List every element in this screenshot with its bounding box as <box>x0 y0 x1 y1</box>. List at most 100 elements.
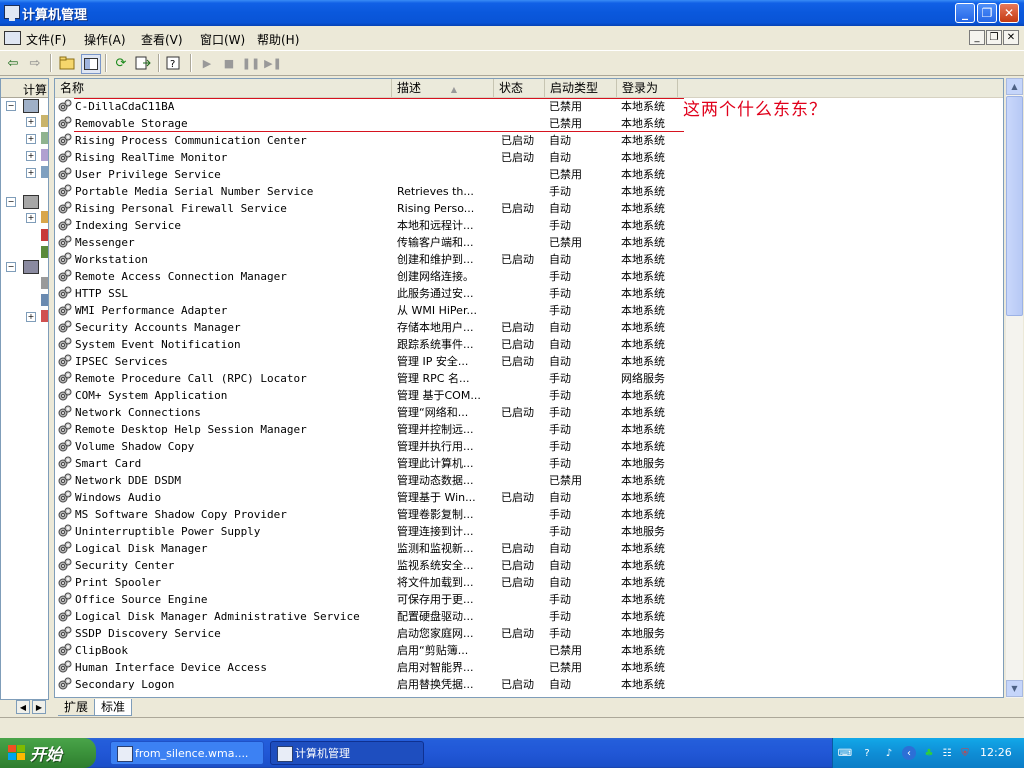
computer-icon[interactable] <box>23 99 39 113</box>
console-tree[interactable]: 计算 − + + + + − + − + <box>0 78 49 700</box>
table-row[interactable]: Workstation 创建和维护到... 已启动 自动 本地系统 <box>55 251 1003 268</box>
column-header-status[interactable]: 状态 <box>494 79 545 97</box>
column-header-startup-type[interactable]: 启动类型 <box>545 79 617 97</box>
table-row[interactable]: C-DillaCdaC11BA 已禁用 本地系统 <box>55 98 1003 115</box>
clock[interactable]: 12:26 <box>980 746 1012 759</box>
scroll-thumb[interactable] <box>1006 96 1023 316</box>
menu-help[interactable]: 帮助(H) <box>257 31 299 48</box>
tab-extended[interactable]: 扩展 <box>58 699 95 716</box>
tree-expand-toggle[interactable]: + <box>26 117 36 127</box>
show-hide-tree-icon[interactable] <box>81 54 101 74</box>
tree-expand-toggle[interactable]: + <box>26 213 36 223</box>
tab-scroll-right-button[interactable]: ▶ <box>32 700 46 714</box>
table-row[interactable]: SSDP Discovery Service 启动您家庭网... 已启动 手动 本地服务 <box>55 625 1003 642</box>
table-row[interactable]: Remote Access Connection Manager 创建网络连接。 手… <box>55 268 1003 285</box>
table-row[interactable]: Rising Personal Firewall Service Rising P… <box>55 200 1003 217</box>
table-row[interactable]: Remote Procedure Call (RPC) Locator 管理 RP… <box>55 370 1003 387</box>
table-row[interactable]: Security Accounts Manager 存储本地用户... 已启动 自动 本… <box>55 319 1003 336</box>
disk-defragmenter-icon[interactable] <box>41 229 48 241</box>
tree-expand-toggle[interactable]: + <box>26 151 36 161</box>
table-row[interactable]: Print Spooler 将文件加载到... 已启动 自动 本地系统 <box>55 574 1003 591</box>
mdi-close-button[interactable]: ✕ <box>1003 30 1019 45</box>
table-row[interactable]: MS Software Shadow Copy Provider 管理卷影复制..… <box>55 506 1003 523</box>
event-viewer-icon[interactable] <box>41 132 48 144</box>
help-icon[interactable]: ? <box>165 54 183 72</box>
column-header-logon-as[interactable]: 登录为 <box>617 79 678 97</box>
close-button[interactable]: ✕ <box>999 3 1019 23</box>
volume-icon[interactable]: ♪ <box>882 746 896 760</box>
services-list[interactable]: 名称 描述 ▲ 状态 启动类型 登录为 C-DillaCdaC11BA 已禁用 本地… <box>54 78 1004 698</box>
table-row[interactable]: Network Connections 管理“网络和... 已启动 手动 本地系统 <box>55 404 1003 421</box>
wmi-control-icon[interactable] <box>41 294 48 306</box>
table-row[interactable]: Removable Storage 已禁用 本地系统 <box>55 115 1003 132</box>
network-icon[interactable]: ♣ <box>922 746 936 760</box>
tab-scroll-left-button[interactable]: ◀ <box>16 700 30 714</box>
forward-arrow-icon[interactable]: ⇨ <box>26 54 44 72</box>
table-row[interactable]: Messenger 传输客户端和... 已禁用 本地系统 <box>55 234 1003 251</box>
shared-folders-icon[interactable] <box>41 149 48 161</box>
services-applications-icon[interactable] <box>23 260 39 274</box>
disk-management-icon[interactable] <box>41 246 48 258</box>
tree-expand-toggle[interactable]: + <box>26 168 36 178</box>
taskbar-button-media[interactable]: from_silence.wma.... <box>110 741 264 765</box>
menu-file[interactable]: 文件(F) <box>26 31 66 48</box>
table-row[interactable]: ClipBook 启用“剪贴簿... 已禁用 本地系统 <box>55 642 1003 659</box>
table-row[interactable]: Logical Disk Manager 监测和监视新... 已启动 自动 本地系统 <box>55 540 1003 557</box>
mdi-minimize-button[interactable]: _ <box>969 30 985 45</box>
table-row[interactable]: Remote Desktop Help Session Manager 管理并控制… <box>55 421 1003 438</box>
title-bar[interactable] <box>0 0 1024 26</box>
column-header-name[interactable]: 名称 <box>55 79 392 97</box>
up-folder-icon[interactable] <box>58 54 76 72</box>
keyboard-icon[interactable]: ⌨ <box>838 746 852 760</box>
pause-service-icon[interactable]: ❚❚ <box>242 54 260 72</box>
back-arrow-icon[interactable]: ⇦ <box>4 54 22 72</box>
table-row[interactable]: Indexing Service 本地和远程计... 手动 本地系统 <box>55 217 1003 234</box>
tree-expand-toggle[interactable]: + <box>26 312 36 322</box>
mdi-restore-button[interactable]: ❐ <box>986 30 1002 45</box>
table-row[interactable]: Windows Audio 管理基于 Win... 已启动 自动 本地系统 <box>55 489 1003 506</box>
menu-window[interactable]: 窗口(W) <box>200 31 245 48</box>
stop-service-icon[interactable]: ■ <box>220 54 238 72</box>
column-header-description[interactable]: 描述 ▲ <box>392 79 494 97</box>
system-tools-icon[interactable] <box>41 115 48 127</box>
indexing-service-icon[interactable] <box>41 310 48 322</box>
table-row[interactable]: COM+ System Application 管理 基于COM... 手动 本地系统 <box>55 387 1003 404</box>
table-row[interactable]: Rising Process Communication Center 已启动 自动… <box>55 132 1003 149</box>
table-row[interactable]: Security Center 监视系统安全... 已启动 自动 本地系统 <box>55 557 1003 574</box>
table-row[interactable]: Rising RealTime Monitor 已启动 自动 本地系统 <box>55 149 1003 166</box>
refresh-icon[interactable]: ⟳ <box>112 54 130 72</box>
mdi-child-icon[interactable] <box>4 31 21 45</box>
restart-service-icon[interactable]: ▶❚ <box>264 54 282 72</box>
start-service-icon[interactable]: ▶ <box>198 54 216 72</box>
table-row[interactable]: IPSEC Services 管理 IP 安全... 已启动 自动 本地系统 <box>55 353 1003 370</box>
restore-button[interactable]: ❐ <box>977 3 997 23</box>
scroll-down-button[interactable]: ▼ <box>1006 680 1023 697</box>
removable-storage-icon[interactable] <box>41 211 48 223</box>
shield-icon[interactable]: ⛨ <box>958 746 972 760</box>
tree-collapse-toggle[interactable]: − <box>6 197 16 207</box>
table-row[interactable]: System Event Notification 跟踪系统事件... 已启动 自动 本… <box>55 336 1003 353</box>
taskbar-button-computer-management[interactable]: 计算机管理 <box>270 741 424 765</box>
table-row[interactable]: Smart Card 管理此计算机... 手动 本地服务 <box>55 455 1003 472</box>
tab-standard[interactable]: 标准 <box>94 699 133 716</box>
show-hidden-icons-icon[interactable]: ‹ <box>902 746 916 760</box>
table-row[interactable]: HTTP SSL 此服务通过安... 手动 本地系统 <box>55 285 1003 302</box>
tree-collapse-toggle[interactable]: − <box>6 101 16 111</box>
table-row[interactable]: User Privilege Service 已禁用 本地系统 <box>55 166 1003 183</box>
table-row[interactable]: Logical Disk Manager Administrative Serv… <box>55 608 1003 625</box>
table-row[interactable]: Network DDE DSDM 管理动态数据... 已禁用 本地系统 <box>55 472 1003 489</box>
minimize-button[interactable]: _ <box>955 3 975 23</box>
local-users-icon[interactable] <box>41 166 48 178</box>
tree-collapse-toggle[interactable]: − <box>6 262 16 272</box>
connection-icon[interactable]: ☷ <box>940 746 954 760</box>
table-row[interactable]: WMI Performance Adapter 从 WMI HiPer... 手动 本… <box>55 302 1003 319</box>
table-row[interactable]: Portable Media Serial Number Service Retr… <box>55 183 1003 200</box>
storage-icon[interactable] <box>23 195 39 209</box>
export-list-icon[interactable] <box>134 54 152 72</box>
scroll-up-button[interactable]: ▲ <box>1006 78 1023 95</box>
services-gear-icon[interactable] <box>41 277 48 289</box>
table-row[interactable]: Volume Shadow Copy 管理并执行用... 手动 本地系统 <box>55 438 1003 455</box>
vertical-scrollbar[interactable]: ▲ ▼ <box>1005 78 1023 698</box>
menu-action[interactable]: 操作(A) <box>84 31 126 48</box>
table-row[interactable]: Human Interface Device Access 启用对智能界... 已禁… <box>55 659 1003 676</box>
